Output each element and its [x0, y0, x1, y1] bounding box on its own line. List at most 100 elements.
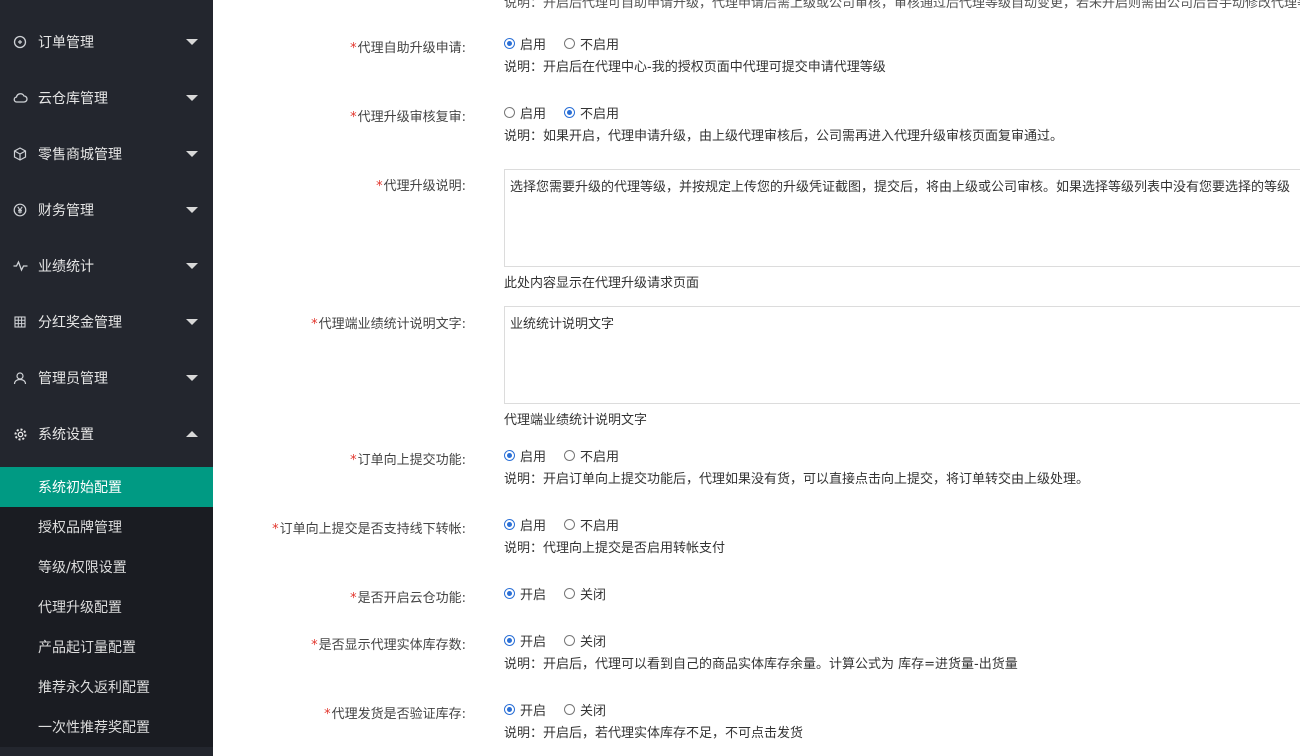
radio-disable[interactable]: 不启用	[564, 103, 619, 122]
nav-bonus[interactable]: 分红奖金管理	[0, 294, 213, 350]
radio-on[interactable]: 开启	[504, 584, 546, 603]
field-label: 代理端业绩统计说明文字:	[318, 317, 466, 332]
chevron-down-icon	[186, 319, 198, 325]
radio-group: 启用 不启用	[504, 103, 637, 122]
radio-checked-icon	[564, 107, 576, 118]
nav-performance-label: 业绩统计	[38, 259, 94, 275]
nav-finance-label: 财务管理	[38, 203, 94, 219]
nav-admin-label: 管理员管理	[38, 371, 108, 387]
nav-cloud-warehouse-label: 云仓库管理	[38, 91, 108, 107]
field-description: 说明：开启后在代理中心-我的授权页面中代理可提交申请代理等级	[504, 60, 886, 75]
radio-unchecked-icon	[564, 588, 576, 599]
upgrade-note-textarea[interactable]: 选择您需要升级的代理等级，并按规定上传您的升级凭证截图，提交后，将由上级或公司审…	[504, 169, 1300, 267]
radio-unchecked-icon	[564, 704, 576, 715]
radio-disable[interactable]: 不启用	[564, 446, 619, 465]
nav-finance[interactable]: 财务管理	[0, 182, 213, 238]
nav-admin[interactable]: 管理员管理	[0, 350, 213, 406]
required-mark: *	[376, 179, 383, 194]
user-icon	[12, 370, 28, 386]
field-description: 说明：代理向上提交是否启用转帐支付	[504, 541, 726, 556]
subnav-level-permission[interactable]: 等级/权限设置	[0, 547, 213, 587]
radio-group: 开启 关闭	[504, 584, 624, 603]
subnav-brand-auth[interactable]: 授权品牌管理	[0, 507, 213, 547]
radio-enable[interactable]: 启用	[504, 446, 546, 465]
top-description: 说明：开启后代理可自助申请升级，代理申请后需上级或公司审核，审核通过后代理等级自…	[504, 0, 1300, 11]
field-label: 是否显示代理实体库存数:	[318, 638, 466, 653]
required-mark: *	[350, 110, 357, 125]
subnav-permanent-rebate[interactable]: 推荐永久返利配置	[0, 667, 213, 707]
nav-system-settings-label: 系统设置	[38, 427, 94, 443]
radio-checked-icon	[504, 635, 515, 646]
field-label: 代理升级说明:	[383, 179, 466, 194]
grid-icon	[12, 314, 28, 330]
radio-group: 启用 不启用	[504, 515, 637, 534]
nav-retail-mall-label: 零售商城管理	[38, 147, 122, 163]
radio-checked-icon	[504, 450, 515, 461]
performance-note-textarea[interactable]: 业统统计说明文字	[504, 306, 1300, 404]
nav-retail-mall[interactable]: 零售商城管理	[0, 126, 213, 182]
radio-off[interactable]: 关闭	[564, 631, 606, 650]
radio-unchecked-icon	[504, 107, 515, 118]
field-label: 订单向上提交功能:	[357, 453, 466, 468]
package-icon	[12, 146, 28, 162]
radio-enable[interactable]: 启用	[504, 103, 546, 122]
radio-checked-icon	[504, 588, 515, 599]
chevron-down-icon	[186, 375, 198, 381]
nav-system-settings[interactable]: 系统设置	[0, 406, 213, 462]
chevron-up-icon	[186, 431, 198, 437]
field-description: 说明：如果开启，代理申请升级，由上级代理审核后，公司需再进入代理升级审核页面复审…	[504, 129, 1064, 144]
radio-checked-icon	[504, 38, 515, 49]
required-mark: *	[350, 453, 357, 468]
radio-unchecked-icon	[564, 635, 576, 646]
radio-checked-icon	[504, 704, 515, 715]
nav-orders[interactable]: 订单管理	[0, 14, 213, 70]
field-description: 此处内容显示在代理升级请求页面	[504, 276, 700, 291]
radio-disable[interactable]: 不启用	[564, 515, 619, 534]
subnav-one-time-referral[interactable]: 一次性推荐奖配置	[0, 707, 213, 747]
field-label: 代理自助升级申请:	[357, 41, 466, 56]
subnav-system-init[interactable]: 系统初始配置	[0, 467, 213, 507]
radio-off[interactable]: 关闭	[564, 700, 606, 719]
yen-icon	[12, 202, 28, 218]
radio-group: 启用 不启用	[504, 34, 637, 53]
field-description: 说明：开启后，若代理实体库存不足，不可点击发货	[504, 726, 804, 741]
radio-group: 启用 不启用	[504, 446, 637, 465]
radio-on[interactable]: 开启	[504, 700, 546, 719]
subnav-agent-upgrade[interactable]: 代理升级配置	[0, 587, 213, 627]
required-mark: *	[350, 41, 357, 56]
radio-on[interactable]: 开启	[504, 631, 546, 650]
radio-checked-icon	[504, 519, 515, 530]
nav-orders-label: 订单管理	[38, 35, 94, 51]
pulse-icon	[12, 258, 28, 274]
cloud-warehouse-icon	[12, 90, 28, 106]
field-description: 代理端业绩统计说明文字	[504, 413, 648, 428]
gear-icon	[12, 426, 28, 442]
chevron-down-icon	[186, 39, 198, 45]
radio-unchecked-icon	[564, 38, 576, 49]
nav-cloud-warehouse[interactable]: 云仓库管理	[0, 70, 213, 126]
radio-enable[interactable]: 启用	[504, 515, 546, 534]
chevron-down-icon	[186, 95, 198, 101]
required-mark: *	[311, 317, 318, 332]
sidebar: 订单管理 云仓库管理 零售商城管理 财务管理 业绩统计 分红奖金管理 管理员管理…	[0, 0, 213, 756]
radio-group: 开启 关闭	[504, 700, 624, 719]
radio-unchecked-icon	[564, 519, 576, 530]
chevron-down-icon	[186, 151, 198, 157]
field-description: 说明：开启订单向上提交功能后，代理如果没有货，可以直接点击向上提交，将订单转交由…	[504, 472, 1090, 487]
field-description: 说明：开启后，代理可以看到自己的商品实体库存余量。计算公式为 库存=进货量-出货…	[504, 657, 1018, 672]
nav-performance[interactable]: 业绩统计	[0, 238, 213, 294]
chevron-down-icon	[186, 207, 198, 213]
settings-form: 说明：开启后代理可自助申请升级，代理申请后需上级或公司审核，审核通过后代理等级自…	[213, 0, 1300, 756]
chevron-down-icon	[186, 263, 198, 269]
radio-disable[interactable]: 不启用	[564, 34, 619, 53]
field-label: 代理升级审核复审:	[357, 110, 466, 125]
required-mark: *	[350, 591, 357, 606]
orders-icon	[12, 34, 28, 50]
required-mark: *	[311, 638, 318, 653]
radio-off[interactable]: 关闭	[564, 584, 606, 603]
radio-unchecked-icon	[564, 450, 576, 461]
radio-enable[interactable]: 启用	[504, 34, 546, 53]
required-mark: *	[324, 707, 331, 722]
subnav-min-order[interactable]: 产品起订量配置	[0, 627, 213, 667]
field-label: 订单向上提交是否支持线下转帐:	[279, 522, 466, 537]
